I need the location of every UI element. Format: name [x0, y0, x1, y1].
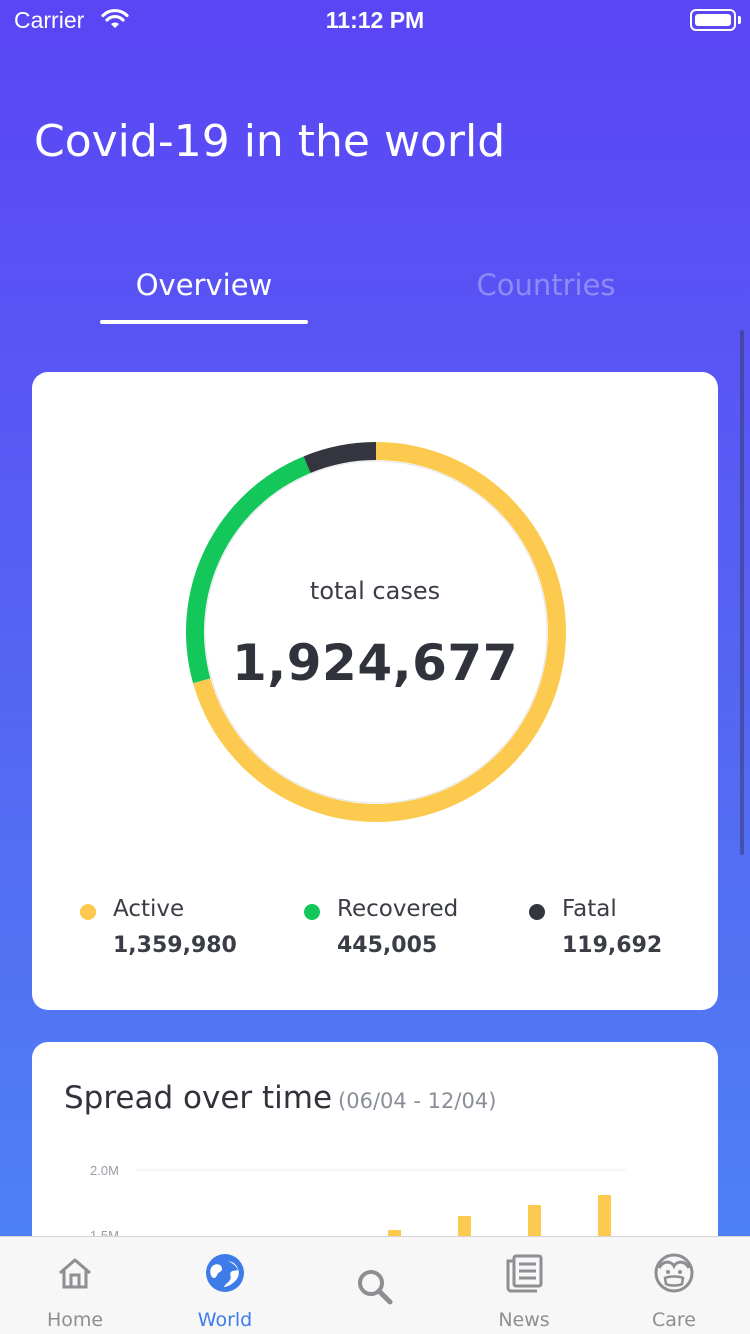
tab-bar-search[interactable]	[300, 1237, 450, 1334]
mask-face-icon	[654, 1253, 694, 1293]
legend-value: 445,005	[337, 933, 438, 958]
tab-bar-home[interactable]: Home	[0, 1237, 150, 1334]
tab-overview[interactable]: Overview	[100, 268, 308, 302]
tab-bar-news[interactable]: News	[449, 1237, 599, 1334]
segment-tabs: Overview Countries	[0, 260, 750, 330]
tab-bar-label: Care	[652, 1309, 696, 1331]
fatal-dot	[529, 904, 545, 920]
total-cases-donut-chart	[185, 442, 566, 822]
spread-title: Spread over time (06/04 - 12/04)	[64, 1080, 496, 1116]
active-dot	[80, 904, 96, 920]
tab-countries[interactable]: Countries	[440, 268, 652, 302]
overview-card: total cases 1,924,677 Active 1,359,980 R…	[32, 372, 718, 1010]
total-cases-label: total cases	[309, 577, 441, 605]
tab-bar-label: News	[498, 1309, 550, 1331]
bottom-tab-bar: Home World News Care	[0, 1236, 750, 1334]
spread-date-range: (06/04 - 12/04)	[338, 1089, 497, 1113]
recovered-dot	[304, 904, 320, 920]
donut-slice-fatal	[303, 442, 376, 473]
tab-bar-label: Home	[46, 1309, 104, 1331]
legend-value: 119,692	[562, 933, 663, 958]
page-title: Covid-19 in the world	[34, 116, 506, 167]
selected-tab-indicator	[100, 320, 308, 324]
donut-inner-ring	[204, 460, 548, 804]
y-tick-label: 2.0M	[90, 1163, 119, 1178]
globe-icon	[206, 1254, 244, 1292]
tab-bar-world[interactable]: World	[150, 1237, 300, 1334]
scrollbar[interactable]	[740, 330, 744, 855]
spread-title-text: Spread over time	[64, 1080, 333, 1116]
status-bar: Carrier 11:12 PM	[0, 0, 750, 40]
clock: 11:12 PM	[325, 7, 425, 33]
battery-icon	[690, 9, 736, 31]
tab-bar-care[interactable]: Care	[599, 1237, 749, 1334]
search-icon	[358, 1270, 393, 1305]
total-cases-value: 1,924,677	[231, 634, 519, 692]
tab-bar-label: World	[197, 1309, 253, 1331]
news-icon	[506, 1254, 543, 1293]
battery-tip	[738, 16, 741, 24]
legend-value: 1,359,980	[113, 933, 237, 958]
legend-label: Fatal	[562, 896, 617, 922]
home-icon	[59, 1258, 91, 1289]
legend-label: Active	[113, 896, 185, 922]
legend-label: Recovered	[337, 896, 459, 922]
